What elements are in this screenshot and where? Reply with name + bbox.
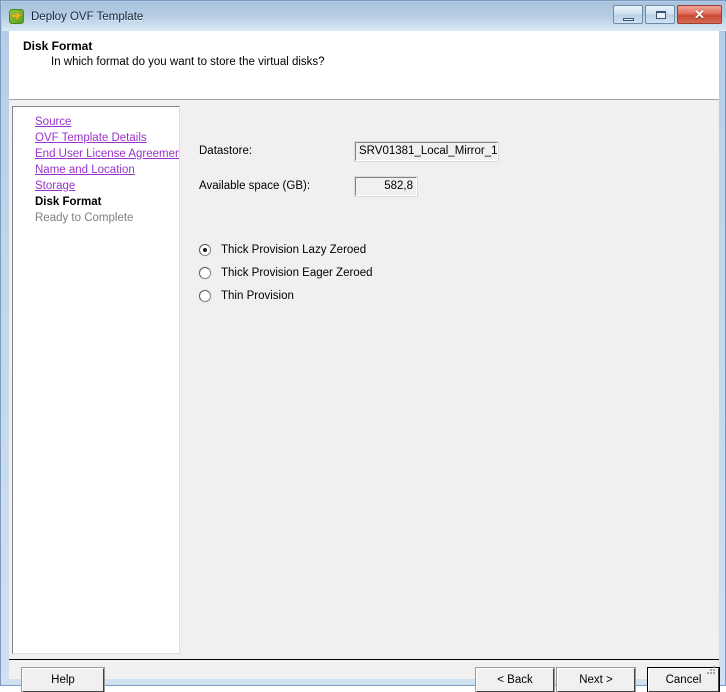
maximize-button[interactable] <box>645 5 675 24</box>
radio-button-icon <box>199 243 211 256</box>
available-space-value: 582,8 <box>354 176 418 197</box>
deploy-ovf-template-window: Deploy OVF Template ✕ Disk Format In whi… <box>0 0 726 692</box>
close-icon: ✕ <box>694 7 705 22</box>
window-controls: ✕ <box>613 5 722 24</box>
disk-format-pane: Datastore: SRV01381_Local_Mirror_1 Avail… <box>185 106 715 654</box>
resize-grip-icon[interactable] <box>704 665 716 677</box>
window-title: Deploy OVF Template <box>31 10 144 23</box>
next-button[interactable]: Next > <box>556 667 636 692</box>
maximize-icon <box>656 11 666 19</box>
header-divider <box>9 99 719 100</box>
back-button[interactable]: < Back <box>475 667 555 692</box>
radio-thick-provision-lazy-zeroed[interactable]: Thick Provision Lazy Zeroed <box>199 238 372 261</box>
sidebar-item-storage[interactable]: Storage <box>13 178 179 194</box>
radio-thin-provision[interactable]: Thin Provision <box>199 284 372 307</box>
radio-button-icon <box>199 266 211 279</box>
wizard-header: Disk Format In which format do you want … <box>9 31 719 99</box>
sidebar-item-name-and-location[interactable]: Name and Location <box>13 162 179 178</box>
sidebar-item-ready-to-complete: Ready to Complete <box>35 212 134 224</box>
page-title: Disk Format <box>23 39 93 53</box>
close-button[interactable]: ✕ <box>677 5 722 24</box>
datastore-label: Datastore: <box>199 145 253 157</box>
window-client-area: Disk Format In which format do you want … <box>9 31 720 692</box>
sidebar-item-end-user-license-agreement[interactable]: End User License Agreement <box>13 146 179 162</box>
datastore-value: SRV01381_Local_Mirror_1 <box>354 141 499 162</box>
minimize-button[interactable] <box>613 5 643 24</box>
radio-thick-provision-eager-zeroed[interactable]: Thick Provision Eager Zeroed <box>199 261 372 284</box>
minimize-icon <box>623 18 634 21</box>
sidebar-item-source[interactable]: Source <box>13 114 179 130</box>
provisioning-radio-group: Thick Provision Lazy Zeroed Thick Provis… <box>199 238 372 307</box>
radio-button-icon <box>199 289 211 302</box>
ovf-deploy-icon <box>9 8 25 25</box>
sidebar-item-disk-format: Disk Format <box>35 196 102 208</box>
wizard-step-list: Source OVF Template Details End User Lic… <box>12 106 180 654</box>
window-titlebar[interactable]: Deploy OVF Template ✕ <box>2 2 726 31</box>
sidebar-item-ovf-template-details[interactable]: OVF Template Details <box>13 130 179 146</box>
help-button[interactable]: Help <box>21 667 105 692</box>
available-space-label: Available space (GB): <box>199 180 311 192</box>
page-subtitle: In which format do you want to store the… <box>51 56 325 68</box>
